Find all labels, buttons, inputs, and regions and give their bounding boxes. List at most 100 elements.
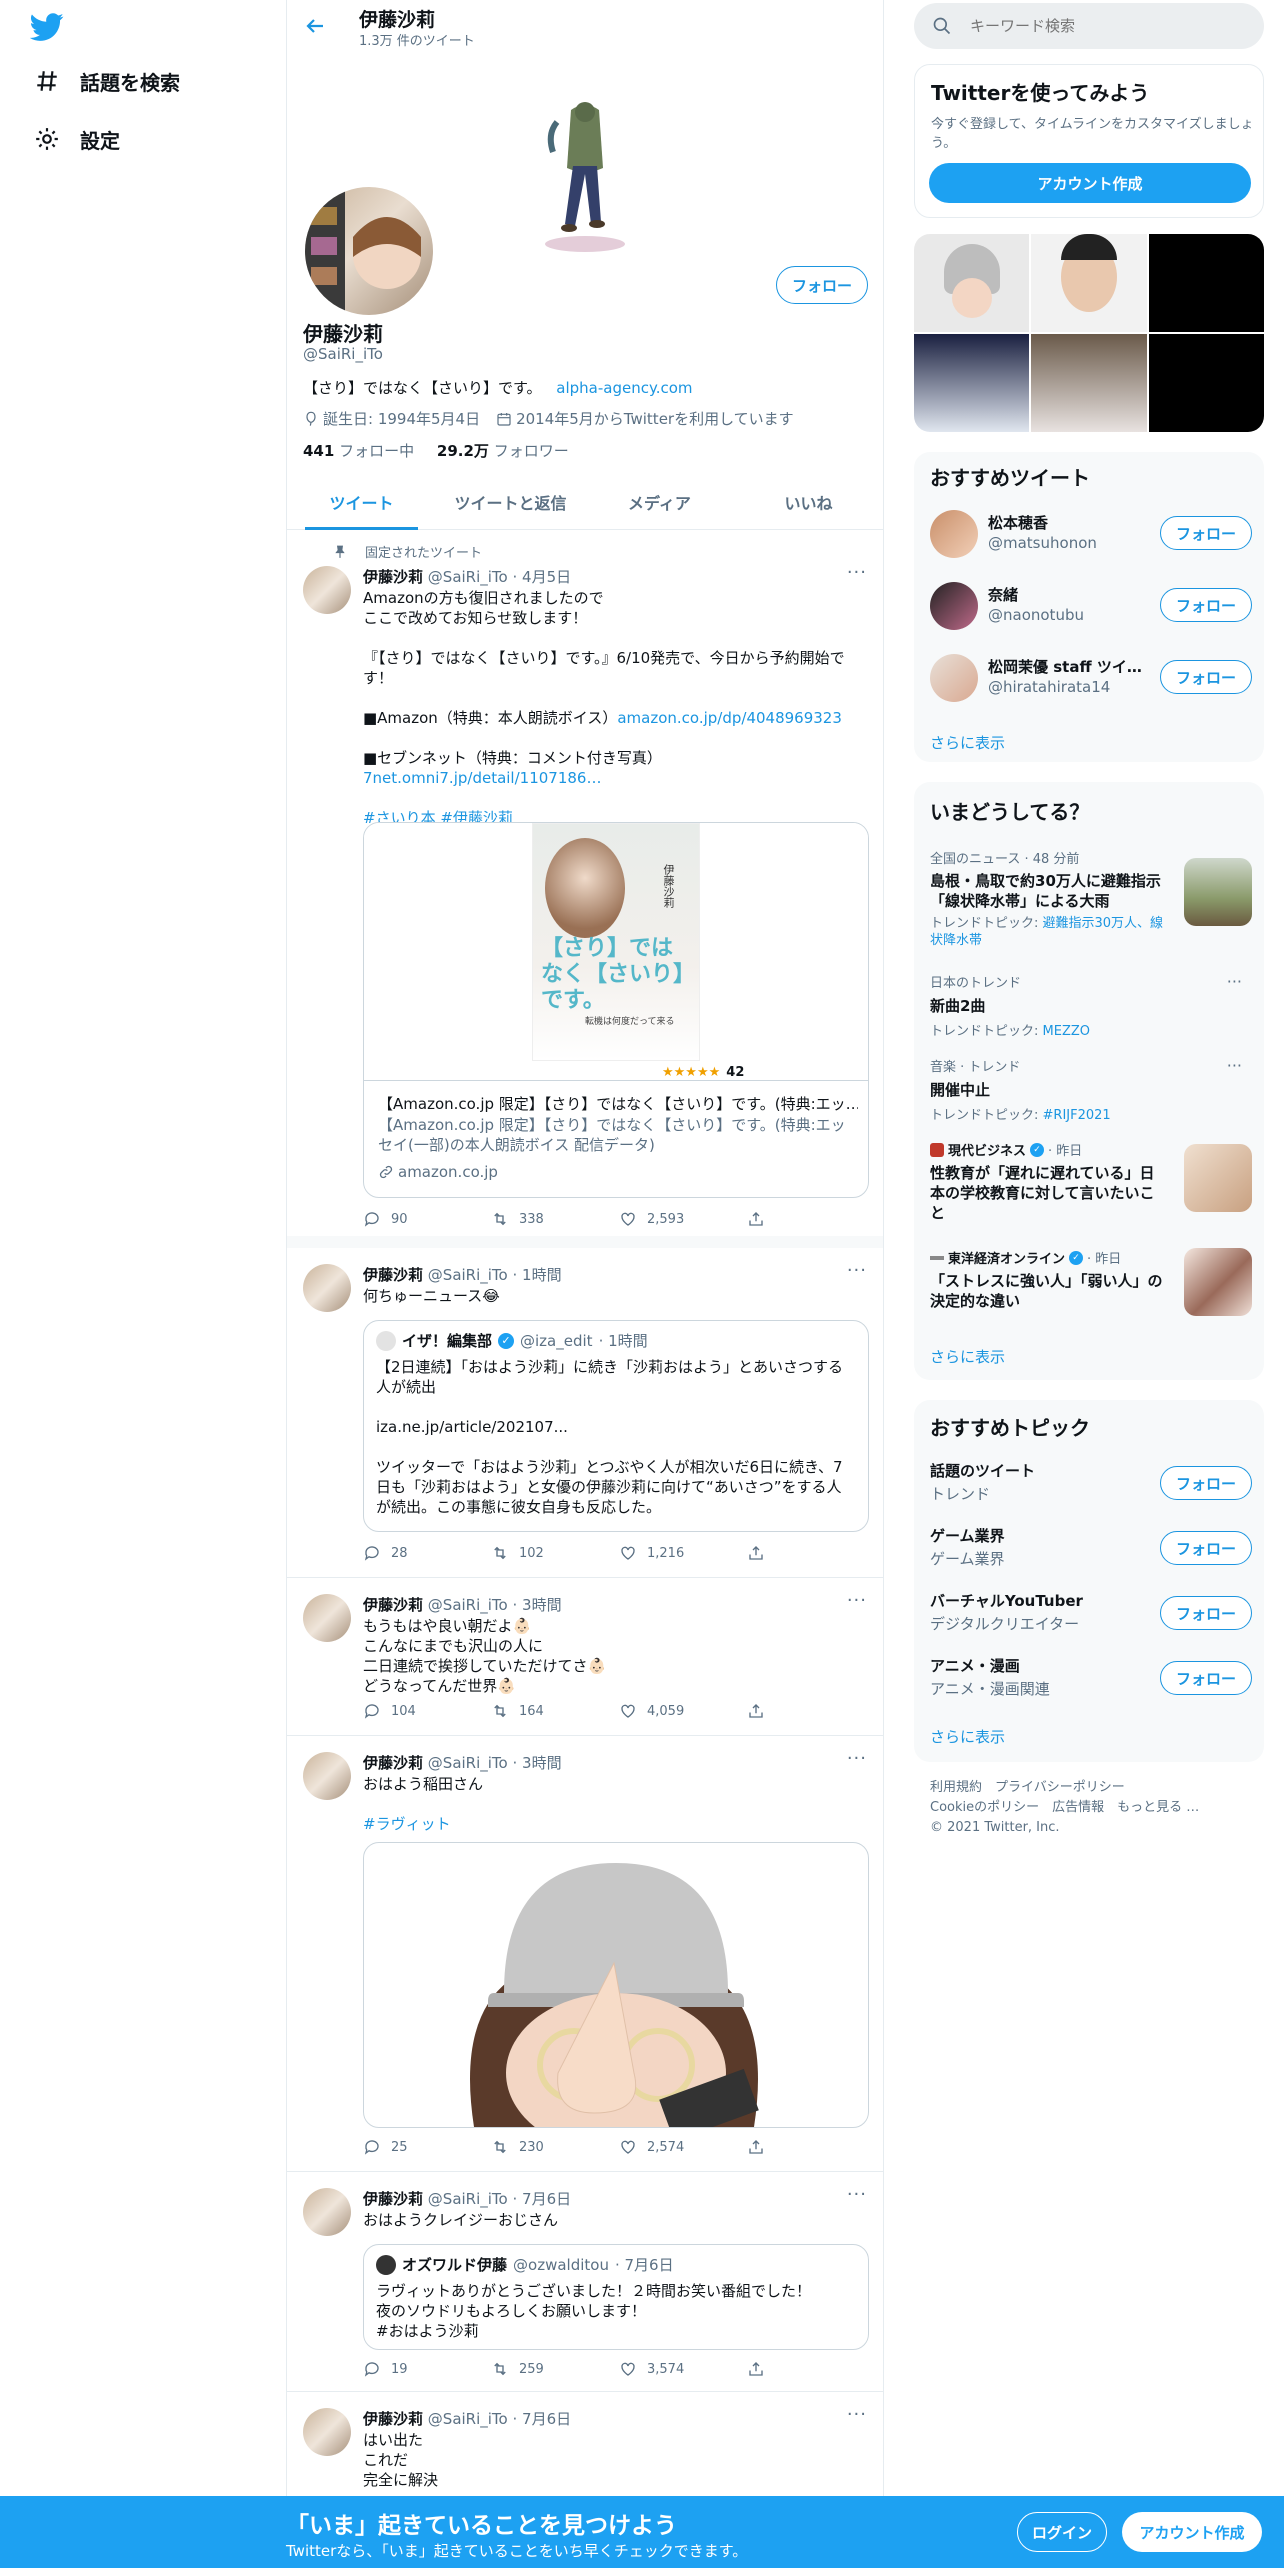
- more-icon[interactable]: ···: [1227, 972, 1242, 991]
- avatar[interactable]: [303, 2408, 351, 2456]
- media-grid[interactable]: [914, 234, 1264, 432]
- avatar[interactable]: [303, 1264, 351, 1312]
- suggested-user[interactable]: 奈緒 @naonotubu フォロー: [930, 580, 1252, 632]
- profile-avatar[interactable]: [301, 183, 437, 319]
- nav-settings[interactable]: 設定: [32, 124, 120, 154]
- media-thumb[interactable]: [1031, 334, 1147, 432]
- footer-cookie[interactable]: Cookieのポリシー: [930, 1800, 1039, 1815]
- like-button[interactable]: 3,574: [619, 2360, 684, 2378]
- tweet[interactable]: 伊藤沙莉 @SaiRi_iTo · 3時間 ··· おはよう稲田さん #ラヴィッ…: [287, 1736, 883, 2172]
- like-button[interactable]: 1,216: [619, 1544, 684, 1562]
- back-arrow-icon[interactable]: [303, 14, 327, 38]
- tweet-time[interactable]: · 4月5日: [513, 568, 572, 586]
- trends-show-more[interactable]: さらに表示: [930, 1346, 1005, 1367]
- reply-button[interactable]: 104: [363, 1702, 416, 1720]
- like-button[interactable]: 2,574: [619, 2138, 684, 2156]
- more-icon[interactable]: ···: [847, 2184, 867, 2205]
- more-icon[interactable]: ···: [1227, 1056, 1242, 1075]
- tweet-time[interactable]: · 1時間: [513, 1266, 562, 1284]
- reply-button[interactable]: 28: [363, 1544, 408, 1562]
- tweet-time[interactable]: · 7月6日: [513, 2190, 572, 2208]
- following-stat[interactable]: 441 フォロー中: [303, 442, 414, 460]
- search-box[interactable]: [914, 3, 1264, 49]
- follow-button[interactable]: フォロー: [1160, 588, 1252, 622]
- share-button[interactable]: [747, 1702, 765, 1720]
- bottom-signup-button[interactable]: アカウント作成: [1122, 2512, 1262, 2552]
- avatar[interactable]: [303, 2188, 351, 2236]
- search-input[interactable]: [970, 13, 1250, 39]
- followers-stat[interactable]: 29.2万 フォロワー: [437, 442, 569, 460]
- follow-button[interactable]: フォロー: [1160, 516, 1252, 550]
- tweet-hashtag[interactable]: #ラヴィット: [363, 1815, 451, 1833]
- trend-item[interactable]: 日本のトレンド 新曲2曲 トレンドトピック: MEZZO ···: [930, 972, 1250, 1039]
- tweet[interactable]: 伊藤沙莉 @SaiRi_iTo · 3時間 ··· もうもはや良い朝だよ👶🏻 こ…: [287, 1578, 883, 1736]
- reply-button[interactable]: 25: [363, 2138, 408, 2156]
- retweet-button[interactable]: 102: [491, 1544, 544, 1562]
- who-to-follow-show-more[interactable]: さらに表示: [930, 732, 1005, 753]
- topics-show-more[interactable]: さらに表示: [930, 1726, 1005, 1747]
- tweet-pinned[interactable]: 固定されたツイート 伊藤沙莉 @SaiRi_iTo · 4月5日 ··· Ama…: [287, 530, 883, 1248]
- 7net-link[interactable]: 7net.omni7.jp/detail/1107186…: [363, 769, 601, 787]
- retweet-button[interactable]: 164: [491, 1702, 544, 1720]
- media-thumb[interactable]: [1031, 234, 1147, 332]
- topic-item[interactable]: ゲーム業界 ゲーム業界 フォロー: [930, 1525, 1252, 1573]
- topic-item[interactable]: 話題のツイート トレンド フォロー: [930, 1460, 1252, 1508]
- topic-follow-button[interactable]: フォロー: [1160, 1466, 1252, 1500]
- reply-button[interactable]: 19: [363, 2360, 408, 2378]
- tweet[interactable]: 伊藤沙莉 @SaiRi_iTo · 7月6日 ··· おはようクレイジーおじさん…: [287, 2172, 883, 2392]
- retweet-button[interactable]: 230: [491, 2138, 544, 2156]
- footer-privacy[interactable]: プライバシーポリシー: [995, 1780, 1125, 1795]
- trend-item[interactable]: 東洋経済オンライン ✓ · 昨日 「ストレスに強い人」「弱い人」の決定的な違い: [930, 1248, 1252, 1318]
- avatar[interactable]: [303, 566, 351, 614]
- quoted-tweet[interactable]: オズワルド伊藤 @ozwalditou · 7月6日 ラヴィットありがとうござい…: [363, 2244, 869, 2350]
- trend-item[interactable]: 音楽 · トレンド 開催中止 トレンドトピック: #RIJF2021 ···: [930, 1056, 1250, 1123]
- tweet-author[interactable]: 伊藤沙莉: [363, 2190, 423, 2208]
- tab-tweets[interactable]: ツイート: [287, 480, 436, 530]
- more-icon[interactable]: ···: [847, 1748, 867, 1769]
- twitter-logo-icon[interactable]: [30, 10, 64, 44]
- avatar[interactable]: [303, 1594, 351, 1642]
- tweet-time[interactable]: · 7月6日: [513, 2410, 572, 2428]
- like-button[interactable]: 2,593: [619, 1210, 684, 1228]
- profile-follow-button[interactable]: フォロー: [776, 266, 868, 304]
- quoted-tweet[interactable]: イザ！編集部 ✓ @iza_edit · 1時間 【2日連続】「おはよう沙莉」に…: [363, 1320, 869, 1532]
- more-icon[interactable]: ···: [847, 1260, 867, 1281]
- tweet-author[interactable]: 伊藤沙莉: [363, 1266, 423, 1284]
- amazon-link[interactable]: amazon.co.jp/dp/4048969323: [617, 709, 842, 727]
- media-thumb[interactable]: [914, 334, 1030, 432]
- tab-media[interactable]: メディア: [585, 480, 734, 529]
- retweet-button[interactable]: 338: [491, 1210, 544, 1228]
- more-icon[interactable]: ···: [847, 562, 867, 583]
- tweet-author[interactable]: 伊藤沙莉: [363, 1596, 423, 1614]
- follow-button[interactable]: フォロー: [1160, 660, 1252, 694]
- reply-button[interactable]: 90: [363, 1210, 408, 1228]
- share-button[interactable]: [747, 2360, 765, 2378]
- media-thumb[interactable]: [1148, 334, 1264, 432]
- trend-meta-link[interactable]: #RIJF2021: [1043, 1108, 1111, 1123]
- footer-terms[interactable]: 利用規約: [930, 1780, 982, 1795]
- footer-ads[interactable]: 広告情報: [1052, 1800, 1104, 1815]
- share-button[interactable]: [747, 2138, 765, 2156]
- create-account-button[interactable]: アカウント作成: [929, 163, 1251, 203]
- tweet-author[interactable]: 伊藤沙莉: [363, 568, 423, 586]
- retweet-button[interactable]: 259: [491, 2360, 544, 2378]
- tweet-time[interactable]: · 3時間: [513, 1596, 562, 1614]
- more-icon[interactable]: ···: [847, 1590, 867, 1611]
- topic-follow-button[interactable]: フォロー: [1160, 1661, 1252, 1695]
- tweet-author[interactable]: 伊藤沙莉: [363, 2410, 423, 2428]
- share-button[interactable]: [747, 1210, 765, 1228]
- trend-item[interactable]: 現代ビジネス ✓ · 昨日 性教育が「遅れに遅れている」日本の学校教育に対して言…: [930, 1140, 1252, 1232]
- media-thumb[interactable]: [914, 234, 1030, 332]
- more-icon[interactable]: ···: [847, 2404, 867, 2425]
- tweet[interactable]: 伊藤沙莉 @SaiRi_iTo · 1時間 ··· 何ちゅーニュース😂 イザ！編…: [287, 1248, 883, 1578]
- tab-tweets-replies[interactable]: ツイートと返信: [436, 480, 585, 529]
- tab-likes[interactable]: いいね: [734, 480, 883, 529]
- tweet-author[interactable]: 伊藤沙莉: [363, 1754, 423, 1772]
- topic-item[interactable]: アニメ・漫画 アニメ・漫画関連 フォロー: [930, 1655, 1252, 1703]
- bio-link[interactable]: alpha-agency.com: [556, 379, 692, 397]
- like-button[interactable]: 4,059: [619, 1702, 684, 1720]
- share-button[interactable]: [747, 1544, 765, 1562]
- topic-follow-button[interactable]: フォロー: [1160, 1596, 1252, 1630]
- media-thumb[interactable]: [1148, 234, 1264, 332]
- footer-more[interactable]: もっと見る …: [1117, 1800, 1199, 1815]
